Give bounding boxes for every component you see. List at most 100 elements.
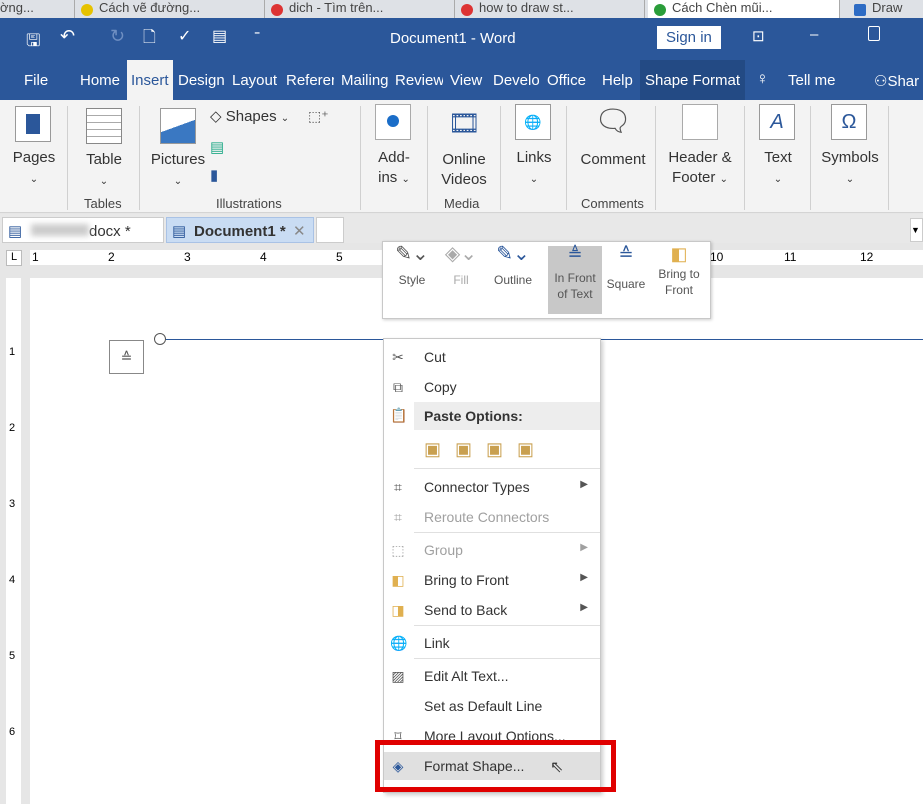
clipboard-icon[interactable]: ▤ xyxy=(212,26,227,46)
browser-tab[interactable]: ờng... xyxy=(0,0,75,18)
doc-tab[interactable]: ▤ docx * xyxy=(2,217,164,243)
menu-item-copy[interactable]: ⧉ Copy xyxy=(384,373,600,401)
online-videos-button[interactable]: Online Videos xyxy=(434,150,494,190)
person-icon: ⚇ xyxy=(874,73,888,90)
share-button[interactable]: ⚇Shar xyxy=(874,72,919,90)
tab-insert[interactable]: Insert xyxy=(127,60,173,100)
highlight-box xyxy=(375,740,616,792)
screenshot-icon[interactable]: ⬚⁺ xyxy=(308,108,329,125)
label: Front xyxy=(664,283,693,297)
layout-options-icon[interactable]: ≙ xyxy=(109,340,144,374)
paste-option-buttons[interactable]: ▣▣▣▣ xyxy=(424,439,548,460)
tab-label: Draw xyxy=(872,0,903,15)
paste-picture-icon[interactable]: ▣ xyxy=(486,439,517,459)
ribbon-display-icon[interactable]: ⊡ xyxy=(752,27,765,45)
comment-button[interactable]: Comment xyxy=(578,150,648,170)
table-button[interactable]: Table ⌄ xyxy=(78,150,130,192)
ribbon: Pages ⌄ Table ⌄ Tables Pictures ⌄ ◇ Shapes … xyxy=(0,100,923,213)
tell-me-search[interactable]: Tell me xyxy=(788,72,836,89)
menu-item-bring-to-front[interactable]: ◧ Bring to Front ▶ xyxy=(384,566,600,594)
tab-design[interactable]: Design xyxy=(178,72,225,89)
in-front-of-text-button[interactable]: ≜ In Front of Text xyxy=(548,244,602,314)
browser-tab[interactable]: dich - Tìm trên... xyxy=(265,0,455,18)
bring-to-front-button[interactable]: ◧ Bring to Front xyxy=(651,245,707,314)
smartart-icon[interactable]: ▤ xyxy=(210,138,224,156)
tab-review[interactable]: Review xyxy=(395,72,443,89)
pages-icon xyxy=(15,106,51,142)
tab-shape-format[interactable]: Shape Format xyxy=(640,60,746,100)
fill-button[interactable]: ◈⌄ Fill xyxy=(443,243,479,314)
links-button[interactable]: Links ⌄ xyxy=(508,148,560,190)
tab-view[interactable]: View xyxy=(450,72,482,89)
undo-icon[interactable]: ↶ xyxy=(60,26,75,47)
spelling-icon[interactable]: ✓ xyxy=(178,26,191,46)
print-preview-icon[interactable]: 🗋 xyxy=(143,26,156,53)
tab-references[interactable]: Referer xyxy=(286,72,334,89)
divider xyxy=(414,625,600,626)
word-doc-icon: ▤ xyxy=(172,223,187,240)
online-video-icon: 🎞 xyxy=(448,108,482,138)
sign-in-button[interactable]: Sign in xyxy=(657,26,721,49)
outline-button[interactable]: ✎⌄ Outline xyxy=(487,244,539,314)
customize-qat-icon[interactable]: ⁼ xyxy=(254,28,260,42)
text-button[interactable]: Text ⌄ xyxy=(752,148,804,190)
vertical-ruler[interactable]: 1 2 3 4 5 6 xyxy=(0,270,30,804)
pictures-button[interactable]: Pictures ⌄ xyxy=(148,150,208,192)
symbols-button[interactable]: Symbols ⌄ xyxy=(818,148,882,190)
save-icon[interactable]: 🖫 xyxy=(26,28,40,57)
label: Header & xyxy=(668,149,732,166)
style-button[interactable]: ✎⌄ Style xyxy=(391,244,433,314)
tab-help[interactable]: Help xyxy=(602,72,633,89)
redo-icon[interactable]: ↻ xyxy=(110,26,125,47)
browser-tab[interactable]: Cách vẽ đường... xyxy=(75,0,265,18)
google-icon xyxy=(271,4,283,16)
pages-button[interactable]: Pages ⌄ xyxy=(8,148,60,190)
browser-tab[interactable]: how to draw st... xyxy=(455,0,645,18)
divider xyxy=(414,658,600,659)
label: Footer xyxy=(672,169,716,186)
pictures-icon xyxy=(160,108,196,144)
browser-tab[interactable]: Draw xyxy=(848,0,923,18)
menu-item-link[interactable]: 🌐 Link xyxy=(384,629,600,657)
chart-icon[interactable]: ▮ xyxy=(210,166,218,184)
wrap-front-icon: ≜ xyxy=(567,244,583,264)
new-tab-button[interactable] xyxy=(316,217,344,243)
browser-tab-active[interactable]: Cách Chèn mũi... xyxy=(648,0,840,18)
doc-tab-active[interactable]: ▤ Document1 * ✕ xyxy=(166,217,314,243)
label: Pages xyxy=(12,149,56,166)
menu-item-connector-types[interactable]: ⌗ Connector Types ▶ xyxy=(384,473,600,501)
context-menu: ✂ Cut ⧉ Copy Paste Options: 📋 ▣▣▣▣ ⌗ Connec… xyxy=(383,338,601,793)
addins-button[interactable]: Add-ins ⌄ xyxy=(368,148,420,190)
paste-merge-icon[interactable]: ▣ xyxy=(455,439,486,459)
maximize-icon[interactable] xyxy=(868,26,880,41)
ruler-number: 12 xyxy=(860,250,874,264)
submenu-arrow-icon: ▶ xyxy=(580,602,588,613)
tab-stop-selector[interactable]: L xyxy=(6,250,22,266)
square-wrap-button[interactable]: ≙ Square xyxy=(604,245,648,314)
close-icon[interactable]: ✕ xyxy=(293,222,306,240)
title-bar: 🖫 ↶ ↻ 🗋 ✓ ▤ ⁼ Document1 - Word Sign in ⊡… xyxy=(0,18,923,60)
paint-bucket-icon: ◈⌄ xyxy=(444,243,478,265)
tab-file[interactable]: File xyxy=(24,72,48,89)
header-footer-button[interactable]: Header & Footer ⌄ xyxy=(660,148,740,190)
label: ins xyxy=(378,169,398,186)
tab-layout[interactable]: Layout xyxy=(232,72,277,89)
tab-developer[interactable]: Develo xyxy=(493,72,541,89)
menu-item-set-default-line[interactable]: Set as Default Line xyxy=(384,692,600,720)
tab-office[interactable]: Office xyxy=(547,72,595,89)
copy-icon: ⧉ xyxy=(393,379,403,395)
paste-text-only-icon[interactable]: ▣ xyxy=(517,439,548,459)
tab-mailings[interactable]: Mailing xyxy=(341,72,389,89)
menu-item-send-to-back[interactable]: ◨ Send to Back ▶ xyxy=(384,596,600,624)
minimize-icon[interactable]: – xyxy=(810,26,818,43)
tab-home[interactable]: Home xyxy=(80,72,120,89)
menu-item-cut[interactable]: ✂ Cut xyxy=(384,343,600,371)
group-label: Illustrations xyxy=(216,196,282,211)
resize-handle[interactable] xyxy=(154,333,166,345)
label: Text xyxy=(764,149,792,166)
tab-list-dropdown[interactable]: ▼ xyxy=(910,218,923,242)
divider xyxy=(360,106,361,210)
paste-keep-source-icon[interactable]: ▣ xyxy=(424,439,455,459)
menu-item-edit-alt-text[interactable]: ▨ Edit Alt Text... xyxy=(384,662,600,690)
shapes-button[interactable]: ◇ Shapes ⌄ xyxy=(210,107,289,129)
